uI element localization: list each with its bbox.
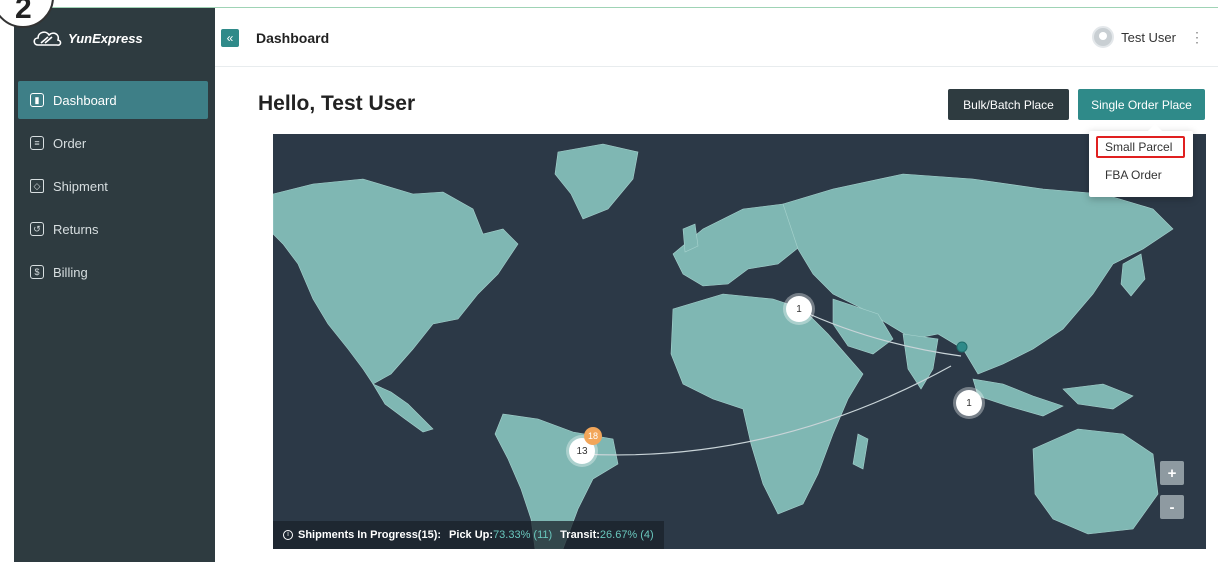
top-header: « Dashboard Test User ⋮: [215, 8, 1218, 67]
sidebar-nav: ▮ Dashboard ≡ Order ◇ Shipment ↺ Returns…: [18, 81, 208, 296]
sidebar-item-label: Order: [53, 135, 87, 151]
map-cluster-marker[interactable]: 1: [956, 390, 982, 416]
zoom-in-button[interactable]: +: [1160, 461, 1184, 485]
cluster-count: 1: [796, 303, 802, 315]
logo-text: YunExpress: [68, 30, 143, 46]
sidebar-item-label: Dashboard: [53, 92, 117, 108]
cluster-count: 18: [587, 431, 598, 441]
sidebar-item-returns[interactable]: ↺ Returns: [18, 210, 208, 248]
user-menu[interactable]: Test User ⋮: [1092, 26, 1204, 48]
more-menu-icon[interactable]: ⋮: [1190, 29, 1204, 46]
single-order-place-button[interactable]: Single Order Place: [1078, 89, 1205, 120]
page-title: Dashboard: [256, 30, 330, 46]
sidebar-item-label: Shipment: [53, 178, 108, 194]
collapse-sidebar-button[interactable]: «: [221, 29, 239, 47]
pickup-value: 73.33% (11): [493, 529, 553, 541]
list-icon: ≡: [30, 136, 44, 150]
cloud-logo-icon: [33, 31, 62, 46]
dollar-icon: $: [30, 265, 44, 279]
sidebar-item-label: Billing: [53, 264, 88, 280]
app-window: 2 YunExpress ▮ Dashboard ≡ Order ◇ Shipm…: [0, 0, 1218, 562]
box-icon: ◇: [30, 179, 44, 193]
logo[interactable]: YunExpress: [32, 26, 143, 50]
world-map: [273, 143, 1174, 549]
sidebar-item-order[interactable]: ≡ Order: [18, 124, 208, 162]
status-prefix: Shipments In Progress(15):: [298, 529, 442, 541]
avatar: [1092, 26, 1115, 48]
sidebar-item-dashboard[interactable]: ▮ Dashboard: [18, 81, 208, 119]
single-order-dropdown: Small Parcel FBA Order: [1089, 123, 1193, 197]
map-cluster-badge[interactable]: 18: [584, 427, 602, 445]
sidebar-item-label: Returns: [53, 221, 99, 237]
pickup-label: Pick Up:: [449, 529, 494, 541]
bulk-batch-place-button[interactable]: Bulk/Batch Place: [948, 89, 1069, 120]
menu-item-small-parcel[interactable]: Small Parcel: [1096, 136, 1185, 158]
shipment-status-bar: i Shipments In Progress(15): Pick Up: 73…: [273, 521, 664, 549]
sidebar: YunExpress ▮ Dashboard ≡ Order ◇ Shipmen…: [14, 8, 215, 562]
zoom-out-button[interactable]: -: [1160, 495, 1184, 519]
cluster-count: 13: [576, 445, 588, 457]
step-number: 2: [15, 0, 32, 25]
greeting-heading: Hello, Test User: [258, 92, 416, 115]
shipment-map[interactable]: 1 1 13 18 + - i Shipments In Progress(15…: [273, 134, 1206, 549]
info-icon: i: [283, 530, 293, 540]
chart-icon: ▮: [30, 93, 44, 107]
return-icon: ↺: [30, 222, 44, 236]
map-cluster-marker[interactable]: 1: [786, 296, 812, 322]
user-name: Test User: [1121, 29, 1176, 45]
sidebar-item-shipment[interactable]: ◇ Shipment: [18, 167, 208, 205]
transit-label: Transit:: [560, 529, 600, 541]
cluster-count: 1: [966, 397, 972, 409]
transit-value: 26.67% (4): [599, 529, 654, 541]
sidebar-item-billing[interactable]: $ Billing: [18, 253, 208, 291]
menu-item-fba-order[interactable]: FBA Order: [1097, 164, 1162, 186]
